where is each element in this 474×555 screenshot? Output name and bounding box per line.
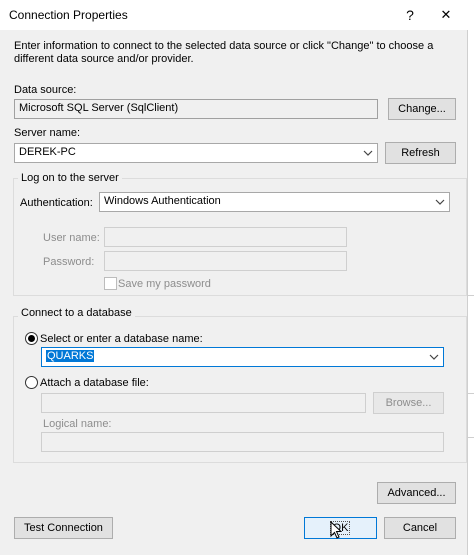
window-right-edge [467, 30, 474, 555]
chevron-down-icon[interactable] [362, 147, 374, 159]
logical-name-label: Logical name: [43, 418, 112, 430]
authentication-label: Authentication: [20, 197, 93, 209]
chevron-down-icon[interactable] [434, 196, 446, 208]
close-icon[interactable]: ✕ [428, 0, 464, 30]
edge-tick [467, 393, 474, 394]
dialog-title: Connection Properties [9, 8, 128, 22]
select-database-radio[interactable] [25, 332, 38, 345]
server-name-combobox[interactable]: DEREK-PC [14, 143, 378, 163]
logical-name-input[interactable] [41, 432, 444, 452]
database-name-value: QUARKS [46, 350, 95, 362]
test-connection-button[interactable]: Test Connection [14, 517, 113, 539]
save-password-label: Save my password [118, 278, 211, 290]
mouse-cursor-icon [330, 521, 342, 539]
save-password-checkbox[interactable] [104, 277, 117, 290]
logon-group-title: Log on to the server [18, 172, 122, 184]
database-name-combobox[interactable]: QUARKS [41, 347, 444, 367]
data-source-field: Microsoft SQL Server (SqlClient) [14, 99, 378, 119]
user-name-input[interactable] [104, 227, 347, 247]
refresh-button[interactable]: Refresh [385, 142, 456, 164]
authentication-combobox[interactable]: Windows Authentication [99, 192, 450, 212]
password-label: Password: [43, 256, 95, 268]
connection-properties-dialog: Connection Properties ? ✕ Enter informat… [0, 0, 474, 555]
cancel-button[interactable]: Cancel [384, 517, 456, 539]
authentication-value: Windows Authentication [104, 195, 221, 207]
attach-file-radio[interactable] [25, 376, 38, 389]
advanced-button[interactable]: Advanced... [377, 482, 456, 504]
database-group-title: Connect to a database [18, 307, 135, 319]
browse-button[interactable]: Browse... [373, 392, 444, 414]
intro-text: Enter information to connect to the sele… [14, 40, 434, 65]
server-name-label: Server name: [14, 127, 81, 139]
edge-tick [467, 295, 474, 296]
data-source-label: Data source: [14, 84, 77, 96]
attach-file-input[interactable] [41, 393, 366, 413]
server-name-value: DEREK-PC [19, 146, 76, 158]
chevron-down-icon[interactable] [428, 351, 440, 363]
help-icon[interactable]: ? [392, 0, 428, 30]
title-bar: Connection Properties ? ✕ [0, 0, 474, 30]
change-button[interactable]: Change... [388, 98, 456, 120]
password-input[interactable] [104, 251, 347, 271]
attach-file-label: Attach a database file: [40, 377, 149, 389]
user-name-label: User name: [43, 232, 100, 244]
select-database-label: Select or enter a database name: [40, 333, 203, 345]
edge-tick [467, 437, 474, 438]
